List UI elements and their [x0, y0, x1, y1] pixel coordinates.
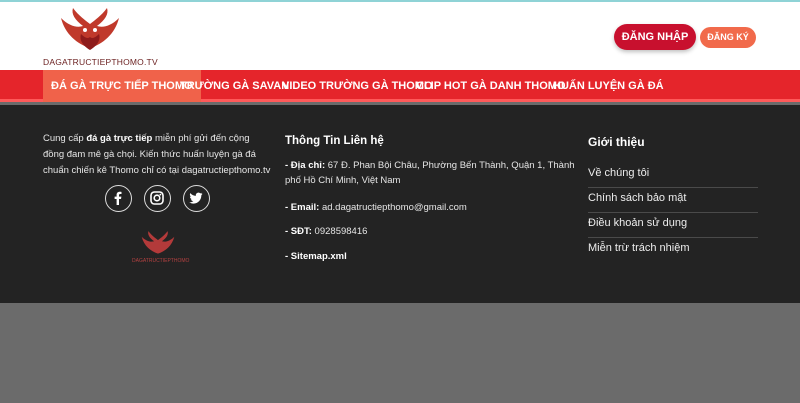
rooster-logo-icon [141, 231, 175, 254]
twitter-icon [189, 192, 203, 204]
info-link-disclaimer[interactable]: Miễn trừ trách nhiệm [588, 238, 758, 263]
nav-item-truc-tiep-thomo[interactable]: ĐÁ GÀ TRỰC TIẾP THOMO [43, 70, 201, 102]
address-label: - Địa chỉ: [285, 160, 326, 171]
login-button[interactable]: ĐĂNG NHẬP [614, 24, 696, 50]
info-title: Giới thiệu [588, 135, 645, 149]
about-prefix: Cung cấp [43, 133, 87, 144]
contact-sitemap[interactable]: - Sitemap.xml [285, 249, 585, 264]
sitemap-link[interactable]: - Sitemap.xml [285, 251, 347, 262]
address-value: 67 Đ. Phan Bội Châu, Phường Bến Thành, Q… [285, 160, 575, 186]
contact-title: Thông Tin Liên hệ [285, 135, 384, 147]
site-footer: Cung cấp đá gà trực tiếp miễn phí gửi đế… [0, 105, 800, 303]
about-highlight[interactable]: đá gà trực tiếp [86, 133, 152, 144]
about-text: Cung cấp đá gà trực tiếp miễn phí gửi đế… [43, 131, 273, 179]
footer-logo[interactable]: DAGATRUCTIEPTHOMO [132, 230, 189, 266]
contact-email: - Email: ad.dagatructiepthomo@gmail.com [285, 200, 585, 215]
twitter-button[interactable] [183, 185, 210, 212]
info-link-terms[interactable]: Điều khoản sử dụng [588, 213, 758, 238]
instagram-icon [150, 191, 164, 205]
site-header: DAGATRUCTIEPTHOMO.TV ĐĂNG NHẬP ĐĂNG KÝ [0, 2, 800, 70]
info-link-about-us[interactable]: Về chúng tôi [588, 163, 758, 188]
main-nav: ĐÁ GÀ TRỰC TIẾP THOMO TRƯỜNG GÀ SAVAN VI… [0, 70, 800, 102]
footer-logo-text: DAGATRUCTIEPTHOMO [132, 258, 190, 264]
site-logo[interactable]: DAGATRUCTIEPTHOMO.TV [43, 6, 158, 68]
nav-item-truong-ga-savan[interactable]: TRƯỜNG GÀ SAVAN [180, 70, 289, 102]
facebook-button[interactable] [105, 185, 132, 212]
phone-value[interactable]: 0928598416 [312, 226, 368, 237]
email-label: - Email: [285, 202, 320, 213]
rooster-logo-icon [61, 8, 119, 50]
info-link-privacy[interactable]: Chính sách bảo mật [588, 188, 758, 213]
facebook-icon [114, 191, 122, 205]
nav-item-clip-hot[interactable]: CLIP HOT GÀ DANH THOMO [416, 70, 566, 102]
nav-item-huan-luyen[interactable]: HUẤN LUYỆN GÀ ĐÁ [553, 70, 664, 102]
phone-label: - SĐT: [285, 226, 312, 237]
contact-address: - Địa chỉ: 67 Đ. Phan Bội Châu, Phường B… [285, 158, 585, 188]
email-value[interactable]: ad.dagatructiepthomo@gmail.com [319, 202, 467, 213]
nav-item-video-truong-ga[interactable]: VIDEO TRƯỜNG GÀ THOMO [282, 70, 433, 102]
register-button[interactable]: ĐĂNG KÝ [700, 27, 756, 48]
contact-phone: - SĐT: 0928598416 [285, 224, 585, 239]
logo-text: DAGATRUCTIEPTHOMO.TV [43, 57, 158, 67]
instagram-button[interactable] [144, 185, 171, 212]
